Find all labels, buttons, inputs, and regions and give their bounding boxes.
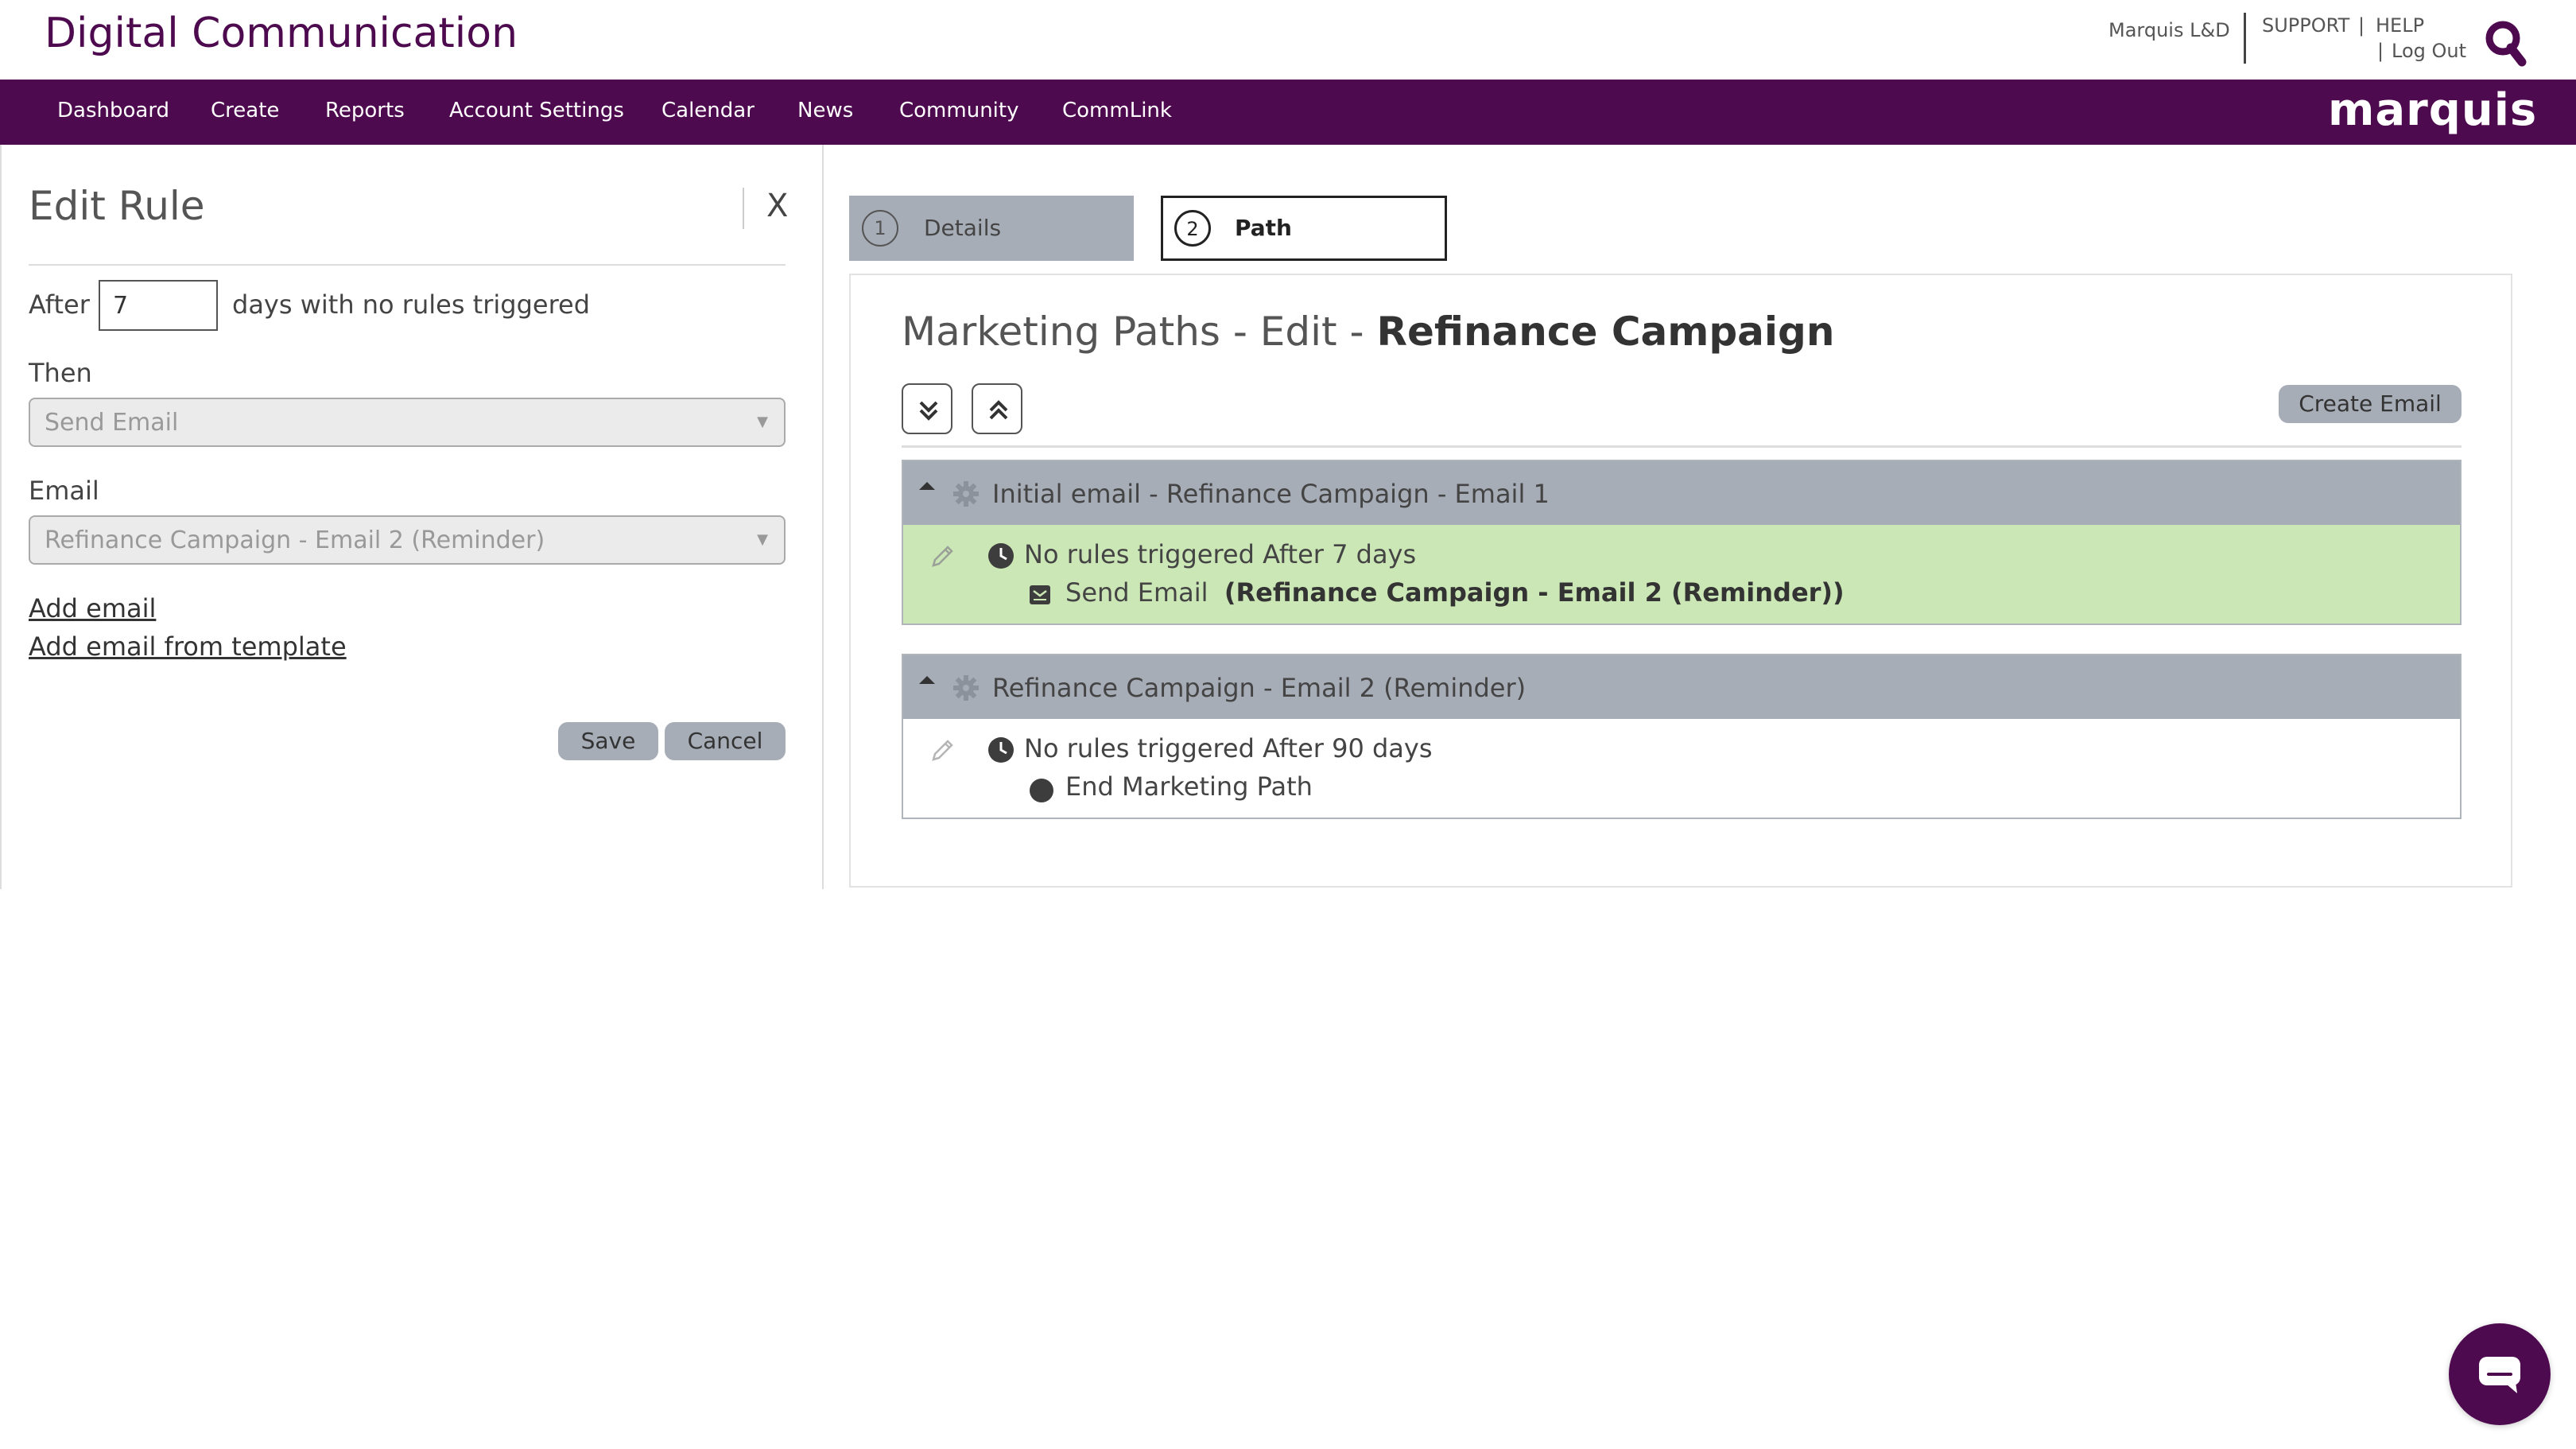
- action-detail: (Refinance Campaign - Email 2 (Reminder)…: [1224, 577, 1845, 608]
- header-divider: [2244, 13, 2246, 64]
- divider: [29, 264, 786, 266]
- email-block: Initial email - Refinance Campaign - Ema…: [902, 460, 2462, 625]
- heading-prefix: Marketing Paths - Edit -: [902, 309, 1377, 355]
- dropdown-caret-icon: ▼: [757, 414, 768, 430]
- divider: [902, 445, 2462, 448]
- days-suffix-label: days with no rules triggered: [232, 289, 591, 320]
- title-divider: [743, 188, 744, 229]
- main-nav: Dashboard Create Reports Account Setting…: [0, 80, 2576, 145]
- email-header: Initial email - Refinance Campaign - Ema…: [903, 461, 2460, 525]
- step-number: 2: [1174, 210, 1211, 247]
- pencil-icon[interactable]: [930, 541, 957, 568]
- expand-all-button[interactable]: [902, 383, 952, 434]
- email-select[interactable]: Refinance Campaign - Email 2 (Reminder) …: [29, 515, 786, 565]
- clock-icon: [988, 737, 1014, 763]
- nav-reports[interactable]: Reports: [325, 99, 405, 122]
- save-button[interactable]: Save: [558, 722, 658, 760]
- email-header: Refinance Campaign - Email 2 (Reminder): [903, 655, 2460, 719]
- after-label: After: [29, 289, 90, 320]
- cancel-button[interactable]: Cancel: [665, 722, 786, 760]
- step-number: 1: [862, 210, 898, 247]
- double-chevron-up-icon: [989, 400, 1008, 420]
- top-header: Digital Communication Marquis L&D SUPPOR…: [0, 0, 2576, 80]
- envelope-icon: [1030, 585, 1050, 604]
- then-select[interactable]: Send Email ▼: [29, 398, 786, 447]
- rule-condition: No rules triggered After 90 days: [1024, 733, 1433, 763]
- logout-link[interactable]: Log Out: [2392, 40, 2466, 62]
- page-title: Marketing Paths - Edit - Refinance Campa…: [902, 309, 1834, 355]
- nav-community[interactable]: Community: [899, 99, 1018, 122]
- step-label: Path: [1235, 215, 1292, 241]
- app-title: Digital Communication: [45, 10, 518, 57]
- step-label: Details: [924, 215, 1002, 241]
- email-title: Refinance Campaign - Email 2 (Reminder): [992, 673, 1527, 703]
- gear-icon[interactable]: [952, 480, 980, 507]
- create-email-button[interactable]: Create Email: [2279, 385, 2462, 423]
- nav-commlink[interactable]: CommLink: [1062, 99, 1172, 122]
- search-icon[interactable]: [2484, 19, 2528, 70]
- rule-condition: No rules triggered After 7 days: [1024, 539, 1417, 569]
- brand-logo[interactable]: marquis: [2328, 84, 2537, 136]
- nav-account-settings[interactable]: Account Settings: [449, 99, 624, 122]
- then-label: Then: [29, 358, 92, 388]
- path-editor-card: Marketing Paths - Edit - Refinance Campa…: [849, 274, 2512, 888]
- rule-action: Send Email (Refinance Campaign - Email 2…: [1065, 577, 1845, 608]
- rule-action: End Marketing Path: [1065, 771, 1313, 802]
- step-details-tab[interactable]: 1 Details: [849, 196, 1134, 261]
- rule-row[interactable]: No rules triggered After 90 days End Mar…: [903, 719, 2460, 818]
- add-email-link[interactable]: Add email: [29, 593, 156, 623]
- gear-icon[interactable]: [952, 674, 980, 701]
- panel-title: Edit Rule: [29, 183, 205, 229]
- nav-news[interactable]: News: [797, 99, 853, 122]
- separator: |: [2377, 40, 2384, 62]
- campaign-name: Refinance Campaign: [1376, 309, 1835, 355]
- email-title: Initial email - Refinance Campaign - Ema…: [992, 479, 1550, 509]
- support-link[interactable]: SUPPORT: [2262, 14, 2349, 37]
- add-email-from-template-link[interactable]: Add email from template: [29, 631, 347, 662]
- collapse-all-button[interactable]: [972, 383, 1022, 434]
- edit-rule-panel: Edit Rule X After days with no rules tri…: [0, 145, 824, 889]
- rule-row[interactable]: No rules triggered After 7 days Send Ema…: [903, 525, 2460, 623]
- nav-calendar[interactable]: Calendar: [661, 99, 755, 122]
- separator: |: [2358, 14, 2365, 37]
- email-label: Email: [29, 476, 99, 506]
- email-select-value: Refinance Campaign - Email 2 (Reminder): [45, 526, 545, 554]
- help-link[interactable]: HELP: [2376, 14, 2424, 37]
- user-name-link[interactable]: Marquis L&D: [2109, 19, 2230, 41]
- action-label: End Marketing Path: [1065, 771, 1313, 802]
- pencil-icon[interactable]: [930, 735, 957, 762]
- action-label: Send Email: [1065, 577, 1208, 608]
- collapse-caret-icon[interactable]: [918, 673, 937, 689]
- chat-bubble-icon: [2479, 1357, 2520, 1393]
- nav-dashboard[interactable]: Dashboard: [57, 99, 169, 122]
- double-chevron-down-icon: [919, 401, 938, 421]
- days-input[interactable]: [99, 280, 218, 331]
- then-select-value: Send Email: [45, 409, 179, 437]
- close-button[interactable]: X: [766, 188, 788, 224]
- email-block: Refinance Campaign - Email 2 (Reminder) …: [902, 654, 2462, 819]
- nav-create[interactable]: Create: [211, 99, 279, 122]
- chat-button[interactable]: [2449, 1323, 2551, 1425]
- step-path-tab[interactable]: 2 Path: [1161, 196, 1447, 261]
- collapse-caret-icon[interactable]: [918, 479, 937, 495]
- clock-icon: [988, 543, 1014, 569]
- dropdown-caret-icon: ▼: [757, 531, 768, 548]
- end-circle-icon: [1030, 779, 1053, 802]
